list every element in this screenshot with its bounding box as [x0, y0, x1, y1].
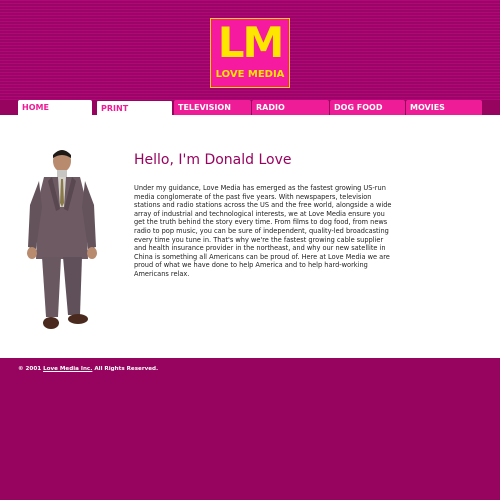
tab-print[interactable]: PRINT: [96, 100, 173, 115]
tab-home[interactable]: HOME: [18, 100, 92, 115]
copyright-prefix: © 2001: [18, 366, 44, 372]
tab-radio[interactable]: RADIO: [252, 100, 329, 115]
main-content: Hello, I'm Donald Love Under my guidance…: [0, 115, 500, 358]
tab-dog-food[interactable]: DOG FOOD: [330, 100, 405, 115]
intro-paragraph: Under my guidance, Love Media has emerge…: [134, 184, 392, 278]
love-media-logo[interactable]: LM LOVE MEDIA: [210, 18, 290, 88]
copyright-suffix: All Rights Reserved.: [92, 366, 159, 372]
donald-love-portrait: [27, 150, 97, 329]
logo-wordmark: LOVE MEDIA: [215, 69, 285, 80]
love-media-link[interactable]: Love Media Inc.: [43, 366, 92, 372]
logo-monogram: LM: [217, 18, 285, 67]
header-banner: LM LOVE MEDIA: [0, 0, 500, 100]
copyright-footer: © 2001 Love Media Inc. All Rights Reserv…: [18, 366, 158, 372]
page-title: Hello, I'm Donald Love: [134, 152, 292, 168]
main-nav: HOME PRINT TELEVISION RADIO DOG FOOD MOV…: [0, 100, 500, 115]
tab-television[interactable]: TELEVISION: [174, 100, 251, 115]
tab-movies[interactable]: MOVIES: [406, 100, 482, 115]
